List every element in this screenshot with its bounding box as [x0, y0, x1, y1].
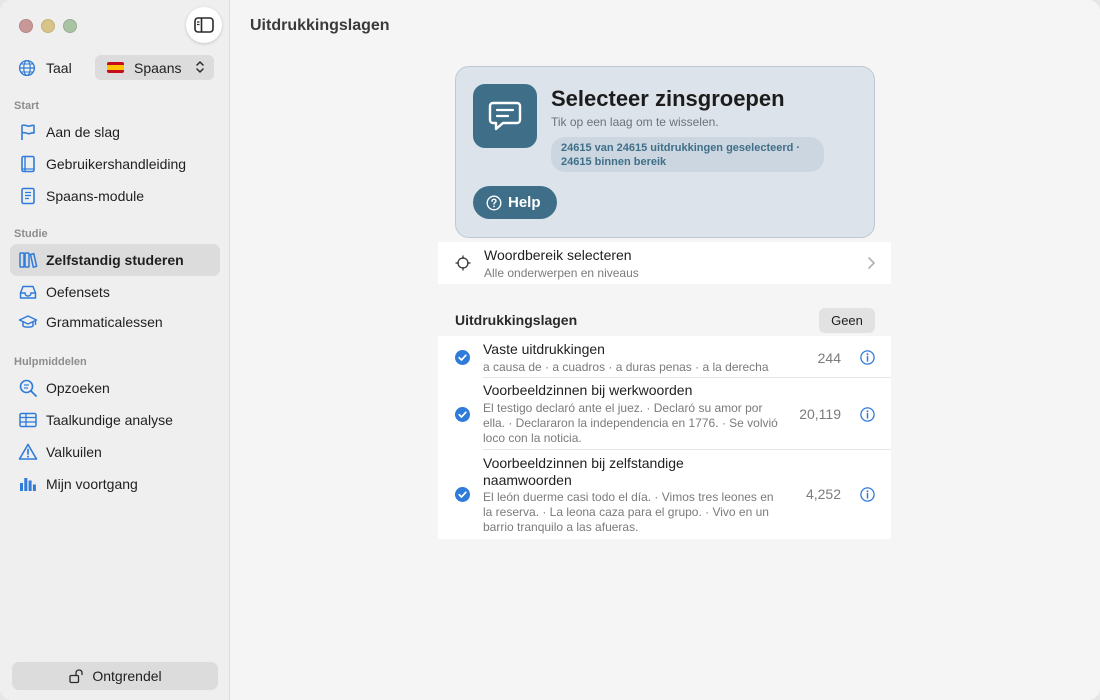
search-text-icon	[19, 379, 37, 397]
sidebar-item-aan-de-slag[interactable]: Aan de slag	[10, 116, 220, 148]
select-groups-card: Selecteer zinsgroepen Tik op een laag om…	[455, 66, 875, 238]
info-icon[interactable]	[860, 350, 875, 365]
language-select-value: Spaans	[134, 59, 182, 76]
layer-row-fixed-expressions[interactable]: Vaste uitdrukkingen a causa de · a cuadr…	[438, 336, 891, 377]
section-title-hulpmiddelen: Hulpmiddelen	[14, 356, 87, 368]
layer-count: 4,252	[805, 486, 841, 502]
page-title: Uitdrukkingslagen	[250, 17, 390, 34]
chevron-up-down-icon	[196, 61, 204, 73]
hero-subtitle: Tik op een laag om te wisselen.	[551, 115, 719, 129]
sidebar-toggle-button[interactable]	[186, 7, 222, 43]
sidebar-item-spaans-module[interactable]: Spaans-module	[10, 180, 220, 212]
sidebar-item-label: Opzoeken	[46, 380, 110, 396]
question-circle-icon	[486, 194, 502, 211]
sidebar-item-zelfstandig-studeren[interactable]: Zelfstandig studeren	[10, 244, 220, 276]
selection-status-badge: 24615 van 24615 uitdrukkingen geselectee…	[551, 137, 824, 172]
sidebar-item-oefensets[interactable]: Oefensets	[10, 276, 220, 308]
sidebar-item-label: Zelfstandig studeren	[46, 252, 184, 268]
sidebar-item-mijn-voortgang[interactable]: Mijn voortgang	[10, 468, 220, 500]
info-icon[interactable]	[860, 487, 875, 502]
checkmark-circle-icon[interactable]	[455, 487, 470, 502]
graduation-cap-icon	[18, 315, 38, 328]
sidebar-item-opzoeken[interactable]: Opzoeken	[10, 372, 220, 404]
language-select[interactable]: Spaans	[95, 55, 214, 80]
sidebar-item-label: Valkuilen	[46, 444, 102, 460]
sidebar-item-gebruikershandleiding[interactable]: Gebruikershandleiding	[10, 148, 220, 180]
language-label: Taal	[46, 60, 72, 76]
info-icon[interactable]	[860, 407, 875, 422]
section-title-studie: Studie	[14, 228, 48, 240]
spain-flag-icon	[107, 62, 124, 73]
globe-icon	[18, 59, 36, 77]
checkmark-circle-icon[interactable]	[455, 407, 470, 422]
layer-count: 20,119	[799, 406, 841, 422]
language-row: Taal Spaans	[18, 55, 214, 80]
sidebar-item-label: Oefensets	[46, 284, 110, 300]
books-icon	[19, 252, 38, 268]
word-range-row[interactable]: Woordbereik selecteren Alle onderwerpen …	[438, 242, 891, 284]
layer-count: 244	[817, 350, 841, 366]
word-range-title: Woordbereik selecteren	[484, 247, 632, 263]
sidebar-item-label: Aan de slag	[46, 124, 120, 140]
layers-section-title: Uitdrukkingslagen	[455, 312, 578, 328]
word-range-subtitle: Alle onderwerpen en niveaus	[484, 266, 639, 280]
sidebar-item-label: Taalkundige analyse	[46, 412, 173, 428]
book-icon	[21, 155, 35, 173]
layers-list: Vaste uitdrukkingen a causa de · a cuadr…	[438, 336, 891, 539]
sidebar-item-taalkundige-analyse[interactable]: Taalkundige analyse	[10, 404, 220, 436]
flag-icon	[21, 124, 35, 140]
sidebar-item-label: Grammaticalessen	[46, 314, 163, 330]
bar-chart-icon	[20, 478, 36, 491]
sidebar: Taal Spaans Start Aan de slag Gebruikers…	[0, 0, 230, 700]
section-title-start: Start	[14, 100, 40, 112]
checkmark-circle-icon[interactable]	[455, 350, 470, 365]
hero-title: Selecteer zinsgroepen	[551, 86, 785, 111]
layer-examples: a causa de · a cuadros · a duras penas ·…	[483, 360, 769, 374]
chevron-right-icon	[868, 257, 875, 269]
app-window: Taal Spaans Start Aan de slag Gebruikers…	[0, 0, 1100, 700]
unlock-label: Ontgrendel	[92, 668, 162, 684]
crosshair-icon	[455, 255, 471, 271]
warning-icon	[18, 443, 38, 460]
layer-title: Voorbeeldzinnen bij zelfstandige naamwoo…	[483, 455, 684, 488]
minimize-window-button[interactable]	[41, 19, 55, 33]
layer-row-verb-examples[interactable]: Voorbeeldzinnen bij werkwoorden El testi…	[438, 378, 891, 450]
layer-title: Vaste uitdrukkingen	[483, 341, 605, 357]
window-controls	[19, 19, 77, 33]
main-content: Uitdrukkingslagen Selecteer zinsgroepen …	[230, 0, 1100, 700]
layer-examples: El testigo declaró ante el juez. · Decla…	[483, 401, 778, 445]
close-window-button[interactable]	[19, 19, 33, 33]
sidebar-toggle-icon	[194, 17, 214, 33]
help-button[interactable]: Help	[473, 186, 557, 219]
sidebar-item-label: Spaans-module	[46, 188, 145, 204]
module-book-icon	[21, 187, 35, 205]
unlock-icon	[69, 669, 84, 684]
sidebar-item-label: Gebruikershandleiding	[46, 156, 187, 172]
speech-bubble-icon	[473, 84, 537, 148]
sidebar-item-valkuilen[interactable]: Valkuilen	[10, 436, 220, 468]
layer-row-noun-examples[interactable]: Voorbeeldzinnen bij zelfstandige naamwoo…	[438, 450, 891, 539]
tray-icon	[19, 285, 37, 299]
table-icon	[19, 412, 37, 428]
select-none-button[interactable]: Geen	[819, 308, 875, 333]
help-label: Help	[508, 194, 541, 211]
sidebar-item-label: Mijn voortgang	[46, 476, 138, 492]
layer-title: Voorbeeldzinnen bij werkwoorden	[483, 382, 693, 398]
unlock-button[interactable]: Ontgrendel	[12, 662, 218, 690]
zoom-window-button[interactable]	[63, 19, 77, 33]
sidebar-item-grammaticalessen[interactable]: Grammaticalessen	[10, 306, 220, 338]
layer-examples: El león duerme casi todo el día. · Vimos…	[483, 490, 774, 534]
